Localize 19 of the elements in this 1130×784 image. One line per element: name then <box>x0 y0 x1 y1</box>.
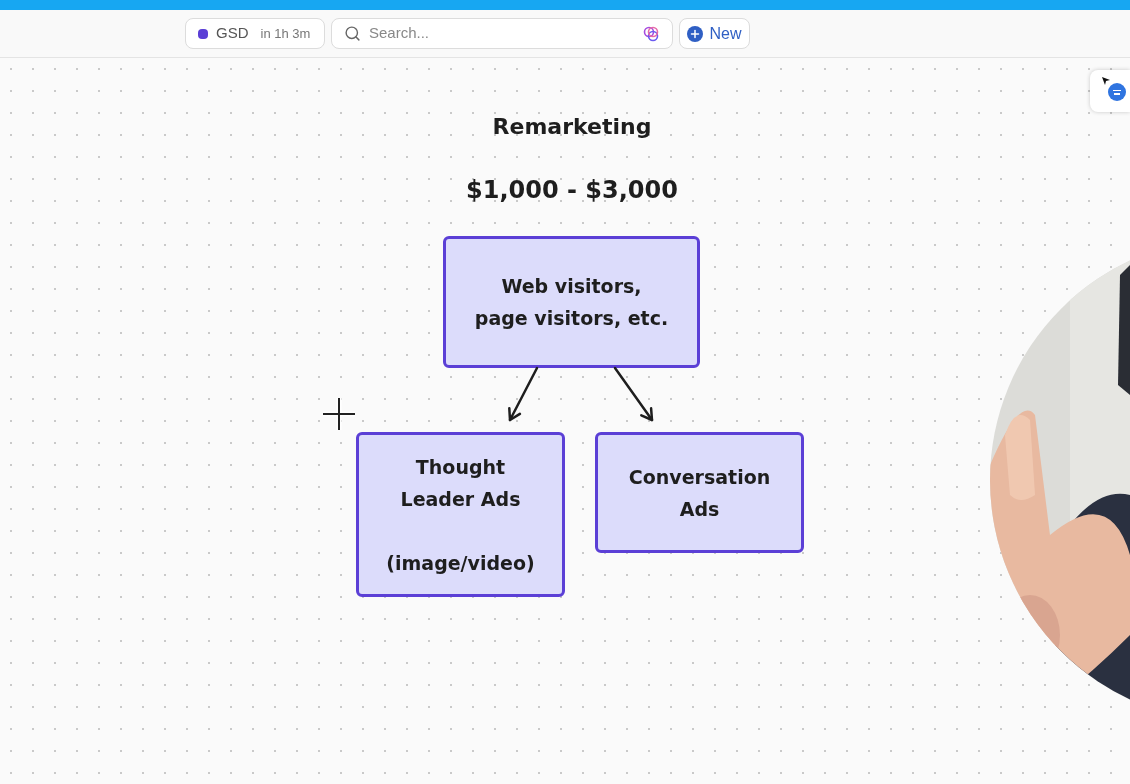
diagram-node: Conversation Ads <box>595 432 804 553</box>
budget-range: $1,000 - $3,000 <box>465 175 679 206</box>
diagram-node: Web visitors, page visitors, etc. <box>443 236 700 368</box>
diagram-node: Thought Leader Ads (image/video) <box>356 432 565 597</box>
search-field[interactable]: Search... <box>331 18 673 49</box>
timer-pill[interactable]: GSD in 1h 3m <box>185 18 325 49</box>
crosshair-cursor-icon <box>321 396 357 432</box>
board-title: Remarketing <box>491 113 653 141</box>
pointer-icon <box>1102 77 1110 85</box>
knot-icon <box>642 24 660 43</box>
search-icon <box>344 25 361 42</box>
chat-bubble-icon[interactable] <box>1108 83 1126 101</box>
timer-time: in 1h 3m <box>260 24 311 43</box>
search-input[interactable]: Search... <box>369 22 634 45</box>
arrow <box>508 366 539 422</box>
timer-label: GSD <box>216 23 249 44</box>
plus-icon <box>687 25 704 42</box>
arrow <box>613 366 654 422</box>
new-button[interactable]: New <box>679 18 750 49</box>
